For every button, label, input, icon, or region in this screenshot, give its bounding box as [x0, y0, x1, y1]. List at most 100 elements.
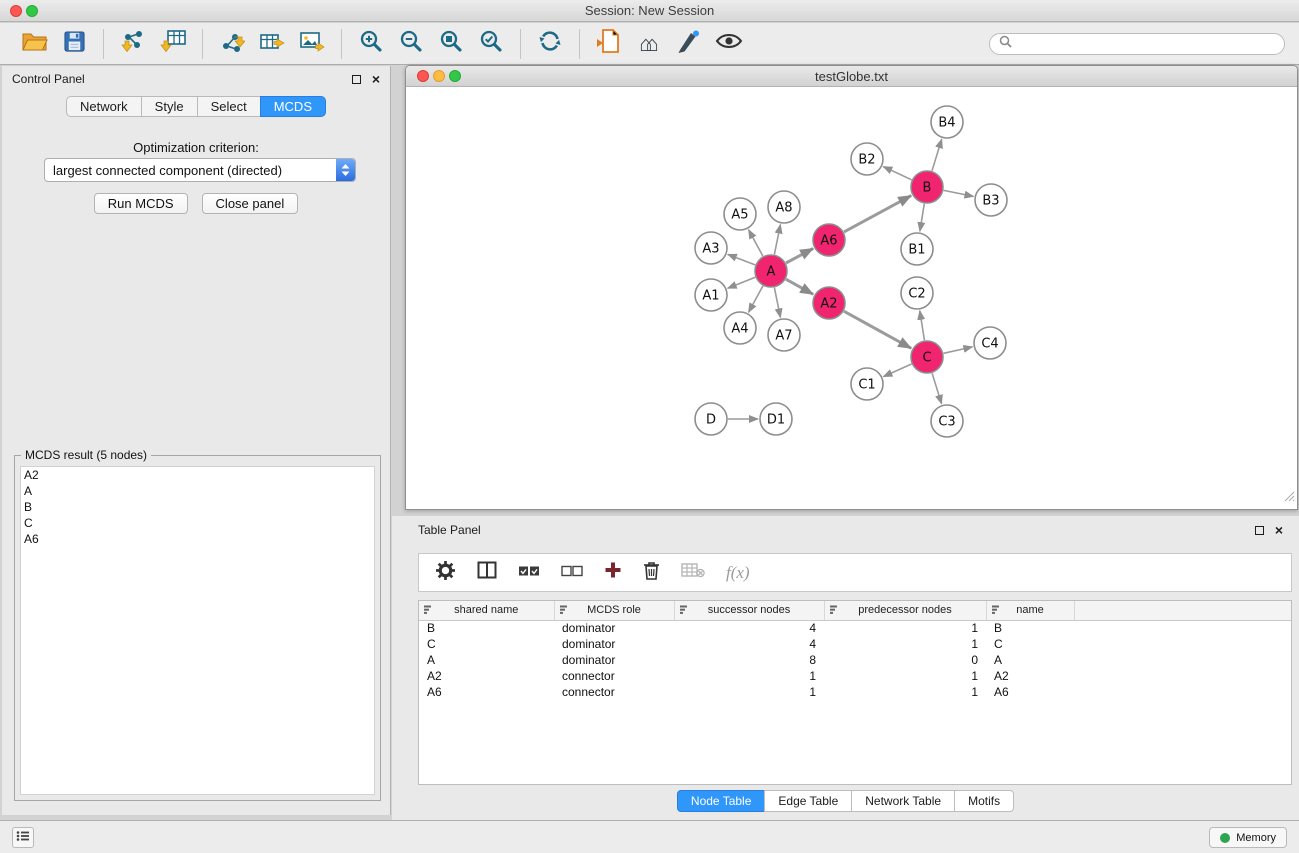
tab-style[interactable]: Style — [141, 96, 198, 117]
list-item[interactable]: C — [21, 515, 374, 531]
table-row[interactable]: Cdominator41C — [419, 636, 1291, 652]
fullscreen-window-icon[interactable] — [26, 5, 38, 17]
edge-A-A1[interactable] — [728, 277, 756, 288]
edge-C-C2[interactable] — [920, 311, 925, 340]
graph-node-A[interactable]: A — [755, 255, 787, 287]
graph-node-C2[interactable]: C2 — [901, 277, 933, 309]
tab-select[interactable]: Select — [197, 96, 261, 117]
graph-node-C3[interactable]: C3 — [931, 405, 963, 437]
zoom-out-button[interactable] — [391, 26, 431, 62]
delete-table-button[interactable] — [681, 562, 705, 583]
function-builder-button[interactable]: f(x) — [726, 563, 750, 583]
sort-icon[interactable] — [830, 606, 839, 615]
run-mcds-button[interactable]: Run MCDS — [94, 193, 188, 214]
sort-icon[interactable] — [424, 606, 433, 615]
add-column-button[interactable] — [604, 561, 622, 584]
column-header-successor-nodes[interactable]: successor nodes — [674, 601, 824, 620]
column-header-MCDS-role[interactable]: MCDS role — [554, 601, 674, 620]
graph-node-B4[interactable]: B4 — [931, 106, 963, 138]
close-window-icon[interactable] — [10, 5, 22, 17]
float-panel-icon[interactable] — [352, 75, 361, 84]
graph-node-A1[interactable]: A1 — [695, 279, 727, 311]
close-panel-icon[interactable]: × — [372, 74, 380, 84]
edge-A2-C[interactable] — [844, 311, 911, 348]
tab-network-table[interactable]: Network Table — [851, 790, 955, 812]
memory-button[interactable]: Memory — [1209, 827, 1287, 848]
edge-C-C4[interactable] — [944, 347, 973, 353]
network-graph[interactable]: B4B2BB3A5A8A6A3B1AC2A1A2A4A7C4CC1DD1C3 — [406, 88, 1297, 509]
graph-node-A4[interactable]: A4 — [724, 312, 756, 344]
network-canvas[interactable]: B4B2BB3A5A8A6A3B1AC2A1A2A4A7C4CC1DD1C3 — [406, 88, 1297, 509]
graph-node-A8[interactable]: A8 — [768, 191, 800, 223]
task-history-button[interactable] — [12, 827, 34, 848]
column-header-predecessor-nodes[interactable]: predecessor nodes — [824, 601, 986, 620]
fullscreen-window-icon[interactable] — [449, 70, 461, 82]
import-table-button[interactable] — [153, 26, 193, 62]
edge-A-A5[interactable] — [749, 230, 763, 256]
open-session-button[interactable] — [14, 26, 54, 62]
list-item[interactable]: A — [21, 483, 374, 499]
graph-node-D[interactable]: D — [695, 403, 727, 435]
edge-A6-B[interactable] — [844, 196, 911, 232]
float-panel-icon[interactable] — [1255, 526, 1264, 535]
graph-node-B1[interactable]: B1 — [901, 233, 933, 265]
column-header-name[interactable]: name — [986, 601, 1074, 620]
list-item[interactable]: B — [21, 499, 374, 515]
show-columns-button[interactable] — [477, 561, 497, 584]
table-row[interactable]: Adominator80A — [419, 652, 1291, 668]
edge-A-A2[interactable] — [786, 279, 813, 294]
table-settings-button[interactable] — [435, 560, 456, 586]
graph-node-C[interactable]: C — [911, 341, 943, 373]
list-item[interactable]: A6 — [21, 531, 374, 547]
edge-A-A6[interactable] — [786, 249, 813, 264]
sort-icon[interactable] — [560, 606, 569, 615]
tab-mcds[interactable]: MCDS — [260, 96, 326, 117]
deselect-all-button[interactable] — [561, 564, 583, 582]
window-controls[interactable] — [10, 5, 38, 17]
resize-grip-icon[interactable] — [1283, 489, 1295, 507]
edge-C-C1[interactable] — [883, 364, 911, 377]
column-header-shared-name[interactable]: shared name — [419, 601, 554, 620]
zoom-selected-button[interactable] — [471, 26, 511, 62]
graph-node-A3[interactable]: A3 — [695, 232, 727, 264]
sort-icon[interactable] — [680, 606, 689, 615]
import-network-button[interactable] — [113, 26, 153, 62]
close-panel-icon[interactable]: × — [1275, 525, 1283, 535]
search-input[interactable] — [1018, 37, 1275, 51]
close-window-icon[interactable] — [417, 70, 429, 82]
graph-node-C4[interactable]: C4 — [974, 327, 1006, 359]
node-table[interactable]: shared nameMCDS rolesuccessor nodesprede… — [418, 600, 1292, 785]
graphics-details-button[interactable] — [709, 26, 749, 62]
graph-node-B2[interactable]: B2 — [851, 143, 883, 175]
edge-A-A4[interactable] — [749, 286, 763, 312]
edge-A-A3[interactable] — [728, 254, 755, 265]
graph-node-B[interactable]: B — [911, 171, 943, 203]
graph-node-B3[interactable]: B3 — [975, 184, 1007, 216]
table-row[interactable]: A6connector11A6 — [419, 684, 1291, 700]
close-panel-button[interactable]: Close panel — [202, 193, 299, 214]
network-window-controls[interactable] — [417, 70, 461, 82]
export-table-button[interactable] — [252, 26, 292, 62]
edge-A-A7[interactable] — [774, 288, 780, 318]
table-row[interactable]: A2connector11A2 — [419, 668, 1291, 684]
home-network-button[interactable]: ⌂⌂ — [629, 26, 669, 62]
graph-node-A6[interactable]: A6 — [813, 224, 845, 256]
tab-network[interactable]: Network — [66, 96, 142, 117]
open-recent-session-button[interactable] — [589, 26, 629, 62]
apply-style-button[interactable] — [669, 26, 709, 62]
list-item[interactable]: A2 — [21, 467, 374, 483]
zoom-fit-button[interactable] — [431, 26, 471, 62]
minimize-window-icon[interactable] — [433, 70, 445, 82]
criterion-dropdown[interactable]: largest connected component (directed) — [44, 158, 356, 182]
edge-B-B2[interactable] — [883, 167, 911, 180]
edge-A-A8[interactable] — [774, 225, 780, 255]
mcds-result-list[interactable]: A2ABCA6 — [20, 466, 375, 795]
edge-B-B4[interactable] — [932, 139, 942, 171]
graph-node-D1[interactable]: D1 — [760, 403, 792, 435]
edge-C-C3[interactable] — [932, 373, 942, 404]
graph-node-A5[interactable]: A5 — [724, 198, 756, 230]
search-field[interactable] — [989, 33, 1285, 55]
export-image-button[interactable] — [292, 26, 332, 62]
tab-edge-table[interactable]: Edge Table — [764, 790, 852, 812]
refresh-button[interactable] — [530, 26, 570, 62]
